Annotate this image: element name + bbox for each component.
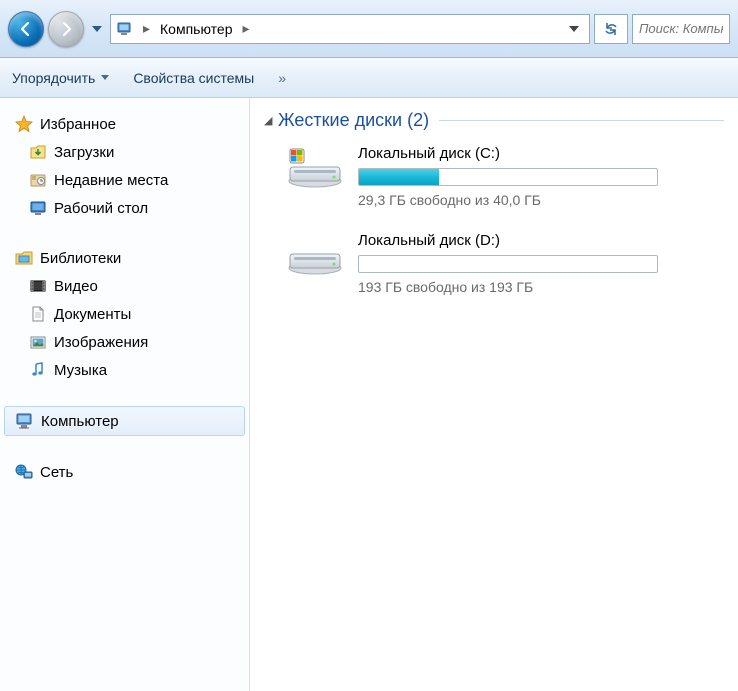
toolbar: Упорядочить Свойства системы » [0,58,738,98]
drive-item[interactable]: Локальный диск (C:) 29,3 ГБ свободно из 4… [286,145,724,208]
chevron-down-icon [101,75,109,80]
sidebar-item-label: Библиотеки [40,250,121,267]
root-chevron-icon[interactable]: ▸ [139,20,154,37]
sidebar-item-label: Документы [54,306,131,323]
sidebar-item-label: Изображения [54,334,148,351]
sidebar-item-desktop[interactable]: Рабочий стол [0,194,249,222]
sidebar-item-label: Видео [54,278,98,295]
desktop-icon [28,198,48,218]
refresh-button[interactable] [594,14,628,44]
network-icon [14,462,34,482]
sidebar-item-label: Музыка [54,362,107,379]
sidebar-item-libraries[interactable]: Библиотеки [0,244,249,272]
sidebar-item-recent[interactable]: Недавние места [0,166,249,194]
sidebar-item-documents[interactable]: Документы [0,300,249,328]
sidebar-item-videos[interactable]: Видео [0,272,249,300]
drive-status: 193 ГБ свободно из 193 ГБ [358,279,658,295]
history-dropdown[interactable] [88,19,106,39]
sidebar-item-music[interactable]: Музыка [0,356,249,384]
forward-button[interactable] [48,11,84,47]
computer-icon [15,411,35,431]
drive-capacity-bar [358,255,658,273]
navigation-pane: Избранное Загрузки Недавние места Рабочи… [0,98,250,691]
drive-name: Локальный диск (C:) [358,145,658,162]
downloads-icon [28,142,48,162]
drive-item[interactable]: Локальный диск (D:) 193 ГБ свободно из 19… [286,232,724,295]
drive-info: Локальный диск (D:) 193 ГБ свободно из 19… [358,232,658,295]
group-title: Жесткие диски (2) [278,110,429,131]
sidebar-item-favorites[interactable]: Избранное [0,110,249,138]
recent-places-icon [28,170,48,190]
sidebar-item-label: Загрузки [54,144,114,161]
sidebar-item-downloads[interactable]: Загрузки [0,138,249,166]
drive-name: Локальный диск (D:) [358,232,658,249]
sidebar-item-network[interactable]: Сеть [0,458,249,486]
group-divider [439,120,724,121]
sidebar-item-label: Сеть [40,464,73,481]
toolbar-overflow-button[interactable]: » [278,70,286,86]
drive-capacity-bar [358,168,658,186]
search-input[interactable] [639,21,723,36]
pictures-icon [28,332,48,352]
search-box[interactable] [632,14,730,44]
breadcrumb-computer[interactable]: Компьютер [154,21,238,37]
drive-status: 29,3 ГБ свободно из 40,0 ГБ [358,192,658,208]
main-area: Избранное Загрузки Недавние места Рабочи… [0,98,738,691]
organize-label: Упорядочить [12,70,95,86]
drive-info: Локальный диск (C:) 29,3 ГБ свободно из 4… [358,145,658,208]
system-properties-label: Свойства системы [133,70,254,86]
drive-icon [286,145,344,189]
sidebar-item-pictures[interactable]: Изображения [0,328,249,356]
libraries-icon [14,248,34,268]
organize-button[interactable]: Упорядочить [12,70,109,86]
back-button[interactable] [8,11,44,47]
sidebar-item-label: Избранное [40,116,116,133]
system-properties-button[interactable]: Свойства системы [133,70,254,86]
chevron-right-icon[interactable]: ▸ [239,20,254,37]
star-icon [14,114,34,134]
address-dropdown-button[interactable] [563,18,585,40]
sidebar-item-computer[interactable]: Компьютер [4,406,245,436]
drive-capacity-fill [359,169,439,185]
sidebar-item-label: Рабочий стол [54,200,148,217]
group-header-hard-drives[interactable]: ◢ Жесткие диски (2) [264,110,724,131]
computer-icon [115,19,135,39]
navigation-bar: ▸ Компьютер ▸ [0,0,738,58]
drive-icon [286,232,344,276]
collapse-caret-icon: ◢ [264,114,278,127]
documents-icon [28,304,48,324]
content-pane: ◢ Жесткие диски (2) Локальный диск (C:) 2… [250,98,738,691]
sidebar-item-label: Компьютер [41,413,119,430]
address-bar[interactable]: ▸ Компьютер ▸ [110,14,590,44]
music-icon [28,360,48,380]
videos-icon [28,276,48,296]
sidebar-item-label: Недавние места [54,172,168,189]
